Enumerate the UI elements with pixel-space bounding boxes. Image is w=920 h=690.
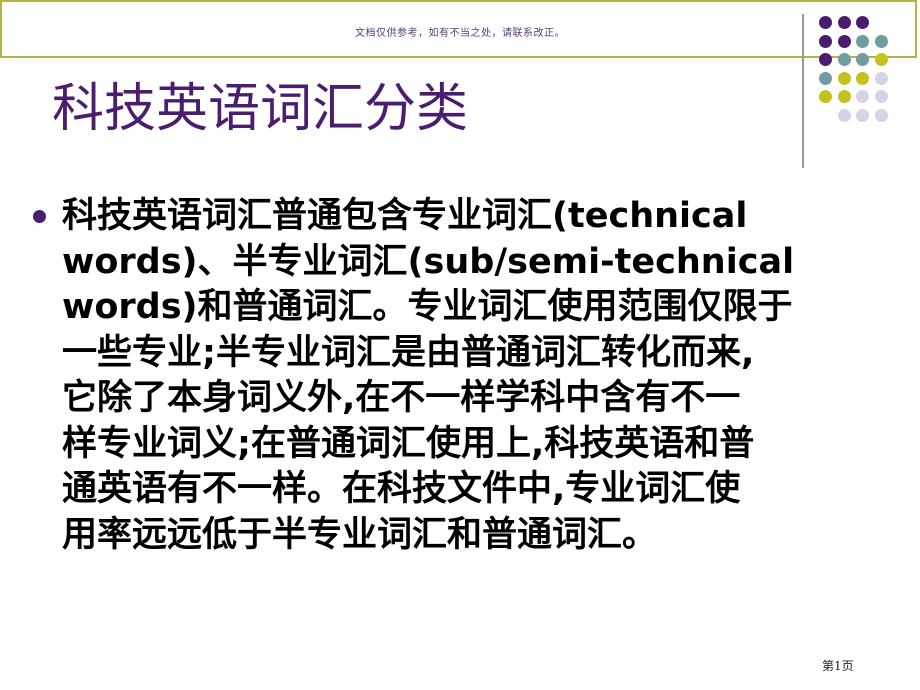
decorative-dot <box>837 53 851 66</box>
body-line: 科技英语词汇普通包含专业词汇(technical <box>62 196 748 236</box>
decorative-dot <box>874 90 888 103</box>
body-line: 一些专业;半专业词汇是由普通词汇转化而来, <box>62 332 755 373</box>
vertical-divider <box>802 14 804 168</box>
decorative-dot <box>819 16 832 29</box>
bullet-icon <box>33 210 46 223</box>
slide-body: 科技英语词汇普通包含专业词汇(technical words)、半专业词汇(su… <box>62 194 837 558</box>
decorative-dot <box>874 71 888 85</box>
decorative-dot <box>874 108 888 122</box>
decorative-dot <box>856 16 869 29</box>
decorative-dot <box>837 90 851 103</box>
body-line: 通英语有不一样。在科技文件中,专业词汇使 <box>62 469 741 509</box>
decorative-dot <box>856 71 869 85</box>
decorative-dot <box>856 53 869 66</box>
decorative-dot <box>819 71 832 85</box>
decorative-dot <box>819 90 832 103</box>
decorative-dot <box>874 53 888 66</box>
decorative-dot <box>856 108 869 122</box>
decorative-dot <box>856 90 869 103</box>
decorative-dot <box>837 16 851 29</box>
body-line: 它除了本身词义外,在不一样学科中含有不一 <box>62 378 741 418</box>
slide-title: 科技英语词汇分类 <box>52 79 469 139</box>
body-line: words)、半专业词汇(sub/semi-technical <box>62 241 795 282</box>
decorative-dot <box>837 34 851 48</box>
decorative-dot <box>819 34 832 48</box>
decorative-dot <box>819 53 832 66</box>
body-line: 用率远远低于半专业词汇和普通词汇。 <box>62 514 658 555</box>
body-line: 样专业词义;在普通词汇使用上,科技英语和普 <box>62 423 755 464</box>
decorative-dot <box>837 71 851 85</box>
body-line: words)和普通词汇。专业词汇使用范围仅限于 <box>62 287 793 327</box>
page-number: 第1页 <box>822 659 854 673</box>
decorative-dot <box>856 34 869 48</box>
decorative-dot <box>874 34 888 48</box>
disclaimer-notice: 文档仅供参考，如有不当之处，请联系改正。 <box>355 28 565 39</box>
decorative-dot <box>837 108 851 122</box>
